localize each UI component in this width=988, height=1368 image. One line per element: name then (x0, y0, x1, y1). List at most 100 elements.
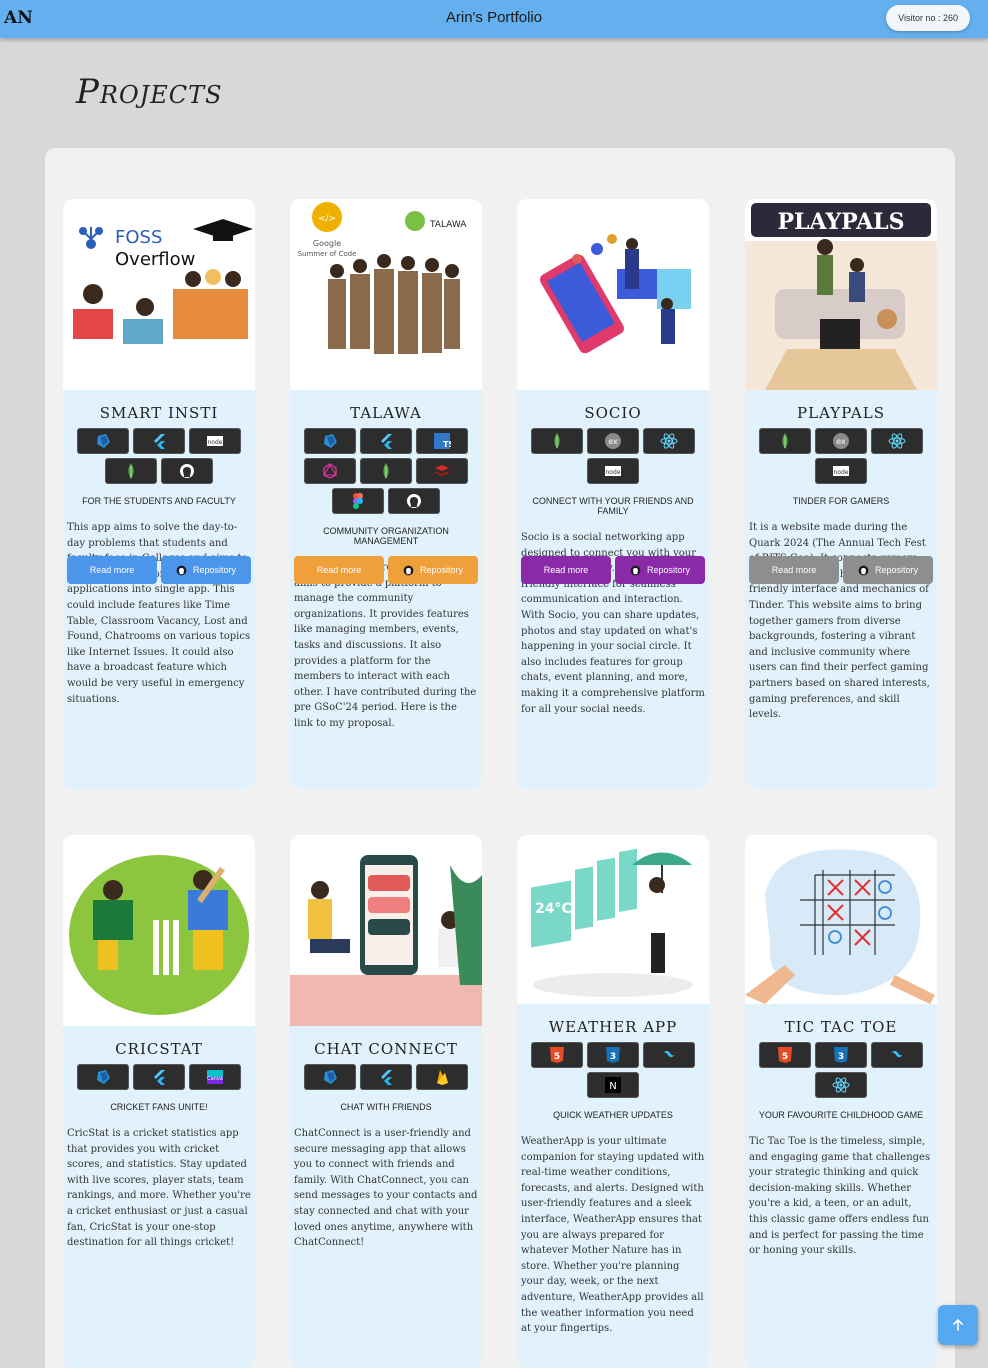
github-icon (630, 565, 641, 575)
repository-label: Repository (419, 565, 464, 575)
project-title: CRICSTAT (115, 1040, 203, 1058)
typescript-icon: TS (416, 428, 468, 454)
svg-text:3: 3 (610, 1052, 616, 1062)
svg-text:ex: ex (836, 437, 846, 446)
flutter-icon (360, 428, 412, 454)
css3-icon: 3 (587, 1042, 639, 1068)
html5-icon: 5 (531, 1042, 583, 1068)
project-card: SOCIO ex node CONNECT WITH YOUR FRIENDS AND… (517, 199, 709, 789)
canva-icon: Canva (189, 1064, 241, 1090)
project-subtitle: CHAT WITH FRIENDS (340, 1102, 432, 1112)
project-title: PLAYPALS (797, 404, 885, 422)
project-image (745, 835, 937, 1004)
repository-label: Repository (646, 565, 691, 575)
nextjs-icon: N (587, 1072, 639, 1098)
project-image (290, 835, 482, 1026)
projects-section-title: Projects (76, 72, 223, 112)
nodejs-icon: node (815, 458, 867, 484)
image-text: PLAYPALS (777, 209, 904, 235)
figma-icon (332, 488, 384, 514)
svg-text:</>: </> (318, 214, 336, 224)
project-title: WEATHER APP (548, 1018, 678, 1036)
project-description: It is an Open Source Project which aims … (294, 562, 477, 729)
project-actions: Read more Repository (749, 556, 933, 584)
read-more-button[interactable]: Read more (294, 556, 384, 584)
nodejs-icon: node (587, 458, 639, 484)
html5-icon: 5 (759, 1042, 811, 1068)
image-text: 24°C (535, 901, 572, 917)
project-image: FOSS Overflow (63, 199, 255, 390)
project-card: </> Google Summer of Code TALAWA TALAWA TS COM… (290, 199, 482, 789)
repository-button[interactable]: Repository (388, 556, 478, 584)
read-more-button[interactable]: Read more (67, 556, 157, 584)
read-more-button[interactable]: Read more (521, 556, 611, 584)
project-subtitle: TINDER FOR GAMERS (792, 496, 890, 506)
svg-text:Canva: Canva (207, 1076, 223, 1082)
dart-icon (304, 1064, 356, 1090)
express-icon: ex (815, 428, 867, 454)
react-icon (643, 428, 695, 454)
dart-icon (77, 428, 129, 454)
project-actions: Read more Repository (294, 556, 478, 584)
svg-text:5: 5 (782, 1052, 788, 1062)
svg-text:TS: TS (443, 440, 451, 449)
image-text: Summer of Code (298, 250, 357, 258)
mongodb-icon (360, 458, 412, 484)
react-icon (815, 1072, 867, 1098)
project-subtitle: COMMUNITY ORGANIZATION MANAGEMENT (323, 526, 449, 546)
project-image: 24°C (517, 835, 709, 1004)
firebase-icon (416, 1064, 468, 1090)
project-card: PLAYPALS PLAYPALS ex node TINDER FOR GAMERS I… (745, 199, 937, 789)
tech-stack: 5 3 N (517, 1042, 709, 1098)
project-title: SMART INSTI (99, 404, 219, 422)
image-text: Google (313, 239, 341, 248)
project-title: CHAT CONNECT (314, 1040, 458, 1058)
project-description: Tic Tac Toe is the timeless, simple, and… (749, 1136, 931, 1257)
tech-stack: TS (290, 428, 482, 514)
tech-stack: node (63, 428, 255, 484)
svg-text:5: 5 (554, 1052, 560, 1062)
tech-stack: ex node (745, 428, 937, 484)
project-card: CHAT CONNECT CHAT WITH FRIENDS ChatConnect… (290, 835, 482, 1368)
project-description: It is a website made during the Quark 20… (749, 522, 930, 721)
tailwind-icon (643, 1042, 695, 1068)
project-subtitle: CONNECT WITH YOUR FRIENDS AND FAMILY (532, 496, 694, 516)
repository-button[interactable]: Repository (615, 556, 705, 584)
github-icon (858, 565, 869, 575)
repository-label: Repository (874, 565, 919, 575)
tech-stack: 53 (745, 1042, 937, 1098)
mongodb-icon (531, 428, 583, 454)
project-description: ChatConnect is a user-friendly and secur… (294, 1128, 478, 1249)
github-icon (388, 488, 440, 514)
project-card: FOSS Overflow SMART INSTI node FOR THE STUDE… (63, 199, 255, 789)
top-navbar: AN Arin's Portfolio Visitor no : 260 (0, 0, 988, 38)
project-actions: Read more Repository (521, 556, 705, 584)
project-subtitle: QUICK WEATHER UPDATES (553, 1110, 673, 1120)
flutter-icon (133, 1064, 185, 1090)
dart-icon (77, 1064, 129, 1090)
svg-text:3: 3 (838, 1052, 844, 1062)
tech-stack: ex node (517, 428, 709, 484)
image-text: TALAWA (429, 220, 467, 230)
project-subtitle: FOR THE STUDENTS AND FACULTY (82, 496, 236, 506)
tech-stack (290, 1064, 482, 1090)
svg-text:node: node (208, 439, 223, 446)
image-text: FOSS (115, 227, 162, 248)
project-title: TALAWA (350, 404, 422, 422)
svg-text:ex: ex (608, 437, 618, 446)
repository-button[interactable]: Repository (161, 556, 251, 584)
nodejs-icon: node (189, 428, 241, 454)
site-title: Arin's Portfolio (445, 9, 543, 26)
repository-button[interactable]: Repository (843, 556, 933, 584)
svg-text:node: node (606, 469, 621, 476)
read-more-button[interactable]: Read more (749, 556, 839, 584)
github-icon (161, 458, 213, 484)
project-card: TIC TAC TOE 5 3 YOUR FAVOURITE CHILDHOOD GA… (745, 835, 937, 1368)
scroll-to-top-button[interactable] (938, 1305, 978, 1345)
react-icon (871, 428, 923, 454)
flutter-icon (133, 428, 185, 454)
project-image: </> Google Summer of Code TALAWA (290, 199, 482, 390)
project-image: PLAYPALS (745, 199, 937, 390)
tech-stack: Canva (63, 1064, 255, 1090)
project-description: WeatherApp is your ultimate companion fo… (521, 1136, 705, 1335)
